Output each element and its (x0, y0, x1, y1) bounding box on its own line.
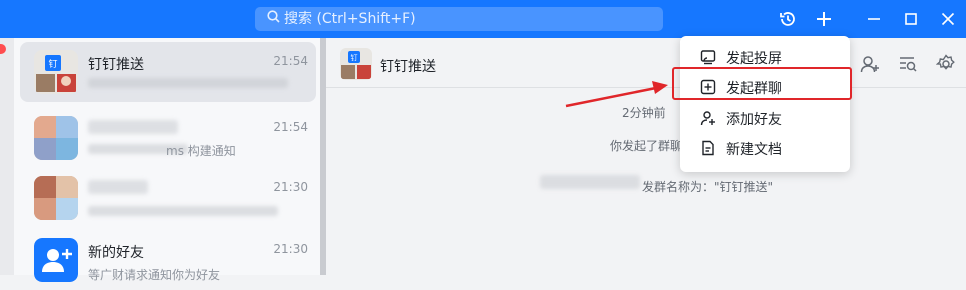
conversation-time: 21:30 (273, 242, 308, 256)
minimize-icon[interactable] (864, 9, 884, 29)
new-document-icon (700, 140, 716, 156)
conversation-item[interactable]: 21:54 ms 构建通知 (20, 108, 316, 168)
close-icon[interactable] (938, 9, 958, 29)
search-placeholder: 搜索 (Ctrl+Shift+F) (284, 11, 416, 27)
search-messages-icon[interactable] (898, 54, 918, 78)
conversation-avatar (34, 176, 78, 220)
blurred-preview (88, 78, 288, 88)
add-member-icon[interactable] (860, 54, 880, 78)
blurred-name (88, 180, 148, 194)
conversation-time: 21:54 (273, 54, 308, 68)
menu-item-new-document[interactable]: 新建文档 (680, 133, 850, 163)
screen-cast-icon (700, 49, 716, 65)
conversation-time: 21:54 (273, 120, 308, 134)
menu-item-label: 发起投屏 (726, 51, 782, 67)
add-user-icon (700, 110, 716, 126)
maximize-icon[interactable] (901, 9, 921, 29)
conversation-item[interactable]: 钉 钉钉推送 21:54 (20, 42, 316, 102)
settings-gear-icon[interactable] (935, 54, 956, 78)
blurred-preview (88, 206, 278, 216)
plus-icon[interactable] (814, 9, 834, 29)
menu-item-label: 新建文档 (726, 142, 782, 158)
search-icon (267, 7, 280, 31)
conversation-name: 钉钉推送 (88, 57, 144, 73)
annotation-arrow-icon (565, 81, 668, 108)
conversation-name: 新的好友 (88, 245, 144, 261)
add-dropdown-menu: 发起投屏 发起群聊 添加好友 新建文档 (680, 36, 850, 172)
blurred-name (88, 120, 178, 134)
title-bar: 搜索 (Ctrl+Shift+F) (0, 0, 966, 38)
group-avatar: 钉 (34, 50, 78, 94)
conversation-list: 钉 钉钉推送 21:54 21:54 ms 构建通知 21:30 新的好友 21… (14, 38, 322, 282)
chat-title: 钉钉推送 (380, 59, 436, 75)
conversation-avatar (34, 116, 78, 160)
unread-dot (0, 44, 6, 54)
chat-avatar: 钉 (340, 48, 372, 80)
conversation-preview: ms 构建通知 (166, 144, 236, 158)
system-message-rename: 发群名称为："钉钉推送" (642, 180, 774, 194)
search-box[interactable]: 搜索 (Ctrl+Shift+F) (255, 7, 663, 31)
svg-text:钉: 钉 (351, 53, 358, 62)
conversation-time: 21:30 (273, 180, 308, 194)
conversation-item[interactable]: 新的好友 21:30 等广财请求通知你为好友 (20, 230, 316, 290)
new-friend-avatar (34, 238, 78, 282)
menu-item-add-friend[interactable]: 添加好友 (680, 103, 850, 133)
highlight-box (672, 67, 852, 100)
menu-item-label: 添加好友 (726, 112, 782, 128)
conversation-item[interactable]: 21:30 (20, 168, 316, 228)
blurred-username (540, 175, 640, 189)
left-nav-strip (0, 38, 14, 275)
svg-text:钉: 钉 (48, 59, 57, 70)
system-message-created: 你发起了群聊 (610, 139, 683, 153)
history-icon[interactable] (778, 9, 798, 29)
